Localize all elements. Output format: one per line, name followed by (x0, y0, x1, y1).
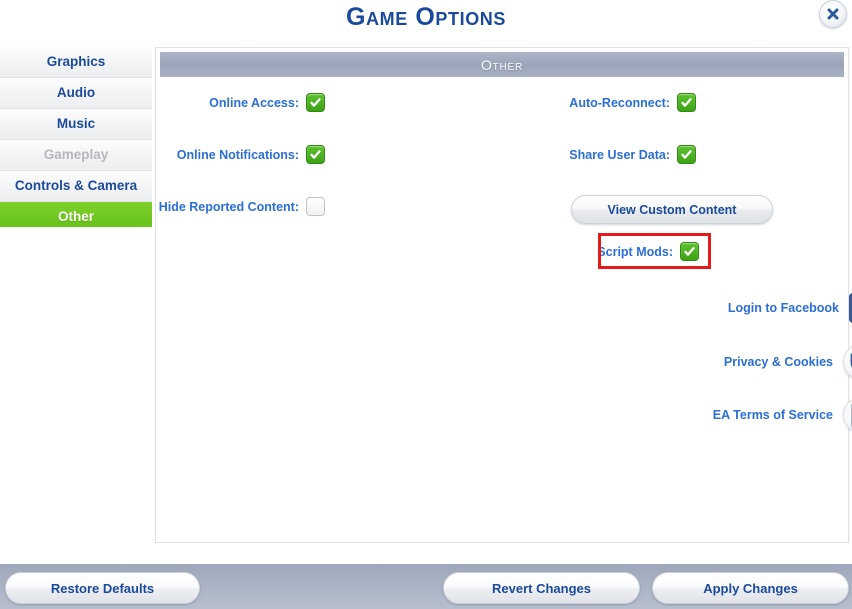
option-label: Hide Reported Content: (158, 199, 299, 214)
sidebar-item-gameplay: Gameplay (0, 140, 152, 171)
view-custom-content-button[interactable]: View Custom Content (571, 195, 773, 224)
option-label: Online Access: (209, 95, 299, 110)
sidebar-item-label: Music (56, 116, 96, 131)
sidebar-item-label: Other (57, 209, 94, 224)
title-bar: Game Options (0, 0, 852, 40)
option-row-share-user-data[interactable]: Share User Data: (536, 145, 696, 164)
apply-changes-button[interactable]: Apply Changes (652, 572, 849, 604)
option-label: Online Notifications: (176, 147, 299, 162)
close-x-icon (826, 7, 840, 21)
restore-defaults-label: Restore Defaults (50, 580, 155, 596)
checkbox-online-access[interactable] (306, 93, 325, 112)
link-row-ea-terms[interactable]: EA Terms of Service (574, 397, 852, 433)
footer-bar: Restore Defaults Revert Changes Apply Ch… (0, 564, 852, 609)
option-row-hide-reported-content[interactable]: Hide Reported Content: (159, 197, 325, 216)
sidebar-item-graphics[interactable]: Graphics (0, 47, 152, 78)
checkbox-share-user-data[interactable] (677, 145, 696, 164)
revert-changes-button[interactable]: Revert Changes (443, 572, 640, 604)
sidebar-item-label: Controls & Camera (14, 178, 138, 193)
option-row-auto-reconnect[interactable]: Auto-Reconnect: (536, 93, 696, 112)
page-title: Game Options (345, 3, 507, 31)
option-row-script-mods[interactable]: Script Mods: (597, 242, 699, 261)
link-row-login-facebook[interactable]: Login to Facebook (574, 293, 852, 323)
option-label: Share User Data: (569, 147, 670, 162)
sidebar-item-label: Gameplay (43, 147, 109, 162)
options-panel: Other Online Access: Online Notification… (155, 47, 852, 543)
option-row-online-access[interactable]: Online Access: (170, 93, 325, 112)
view-custom-content-label: View Custom Content (607, 202, 737, 217)
panel-header-label: Other (480, 56, 524, 73)
sidebar-item-music[interactable]: Music (0, 109, 152, 140)
panel-header: Other (160, 52, 844, 77)
option-label: Script Mods: (597, 244, 673, 259)
checkbox-script-mods[interactable] (680, 242, 699, 261)
sidebar-item-label: Graphics (46, 54, 106, 69)
login-facebook-label[interactable]: Login to Facebook (728, 301, 839, 315)
revert-changes-label: Revert Changes (492, 580, 591, 596)
restore-defaults-button[interactable]: Restore Defaults (5, 572, 200, 604)
apply-changes-label: Apply Changes (703, 580, 798, 596)
sidebar-item-controls-camera[interactable]: Controls & Camera (0, 171, 152, 202)
link-row-privacy-cookies[interactable]: Privacy & Cookies (574, 344, 852, 380)
close-button[interactable] (819, 0, 847, 28)
sidebar-empty-area (0, 227, 152, 543)
document-icon[interactable] (843, 397, 852, 433)
option-row-online-notifications[interactable]: Online Notifications: (170, 145, 325, 164)
sidebar-item-audio[interactable]: Audio (0, 78, 152, 109)
footer-gap (0, 543, 852, 564)
sidebar-item-label: Audio (56, 85, 96, 100)
checkbox-online-notifications[interactable] (306, 145, 325, 164)
checkbox-auto-reconnect[interactable] (677, 93, 696, 112)
shield-check-icon[interactable] (843, 344, 852, 380)
checkbox-hide-reported-content[interactable] (306, 197, 325, 216)
privacy-cookies-label[interactable]: Privacy & Cookies (724, 355, 833, 369)
option-label: Auto-Reconnect: (569, 95, 670, 110)
ea-terms-label[interactable]: EA Terms of Service (713, 408, 833, 422)
